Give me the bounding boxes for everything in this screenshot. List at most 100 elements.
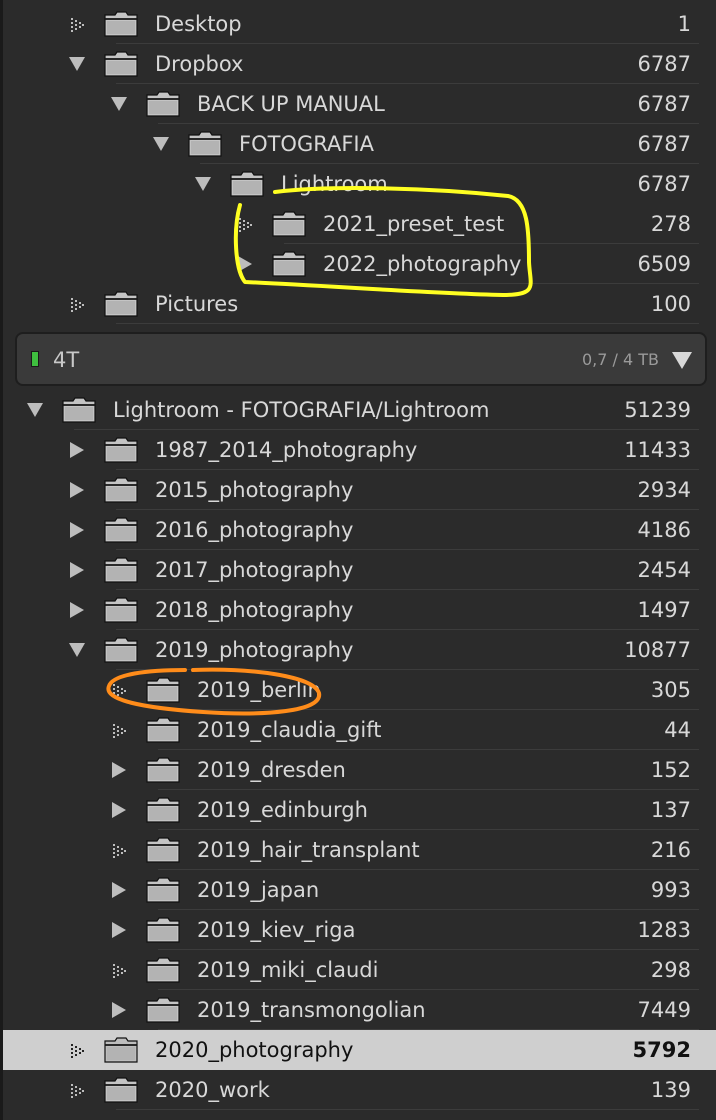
folder-row[interactable]: 2019_edinburgh 137	[3, 790, 716, 830]
disclosure-triangle-collapsed-icon[interactable]	[67, 440, 87, 460]
disclosure-triangle-expanded-icon[interactable]	[25, 400, 45, 420]
disclosure-triangle-expanded-icon[interactable]	[193, 174, 213, 194]
folder-name: FOTOGRAFIA	[239, 132, 374, 156]
folder-row[interactable]: 2021_preset_test 278	[3, 204, 716, 244]
folders-panel: Desktop 1 Dropbox 6787 BACK UP MANUAL 6787 FOT…	[0, 0, 716, 1120]
folder-name: 2020_work	[155, 1078, 270, 1102]
folder-row[interactable]: 2019_berlin 305	[3, 670, 716, 710]
volume-status-led	[31, 351, 39, 367]
folder-icon	[146, 91, 180, 117]
disclosure-triangle-collapsed-icon[interactable]	[67, 600, 87, 620]
folder-row[interactable]: 2017_photography 2454	[3, 550, 716, 590]
no-subfolders-icon	[235, 214, 255, 234]
triangle-down-icon[interactable]	[671, 350, 693, 374]
folder-name: 2018_photography	[155, 598, 354, 622]
folder-row[interactable]: 2019_claudia_gift 44	[3, 710, 716, 750]
folder-row[interactable]: 1987_2014_photography 11433	[3, 430, 716, 470]
folder-photo-count: 216	[650, 838, 691, 862]
disclosure-triangle-collapsed-icon[interactable]	[109, 760, 129, 780]
folder-name: Pictures	[155, 292, 239, 316]
folder-icon	[146, 997, 180, 1023]
no-subfolders-icon	[67, 294, 87, 314]
folder-name: 2017_photography	[155, 558, 354, 582]
folder-icon	[104, 437, 138, 463]
folder-photo-count: 6509	[637, 252, 691, 276]
folder-name: 2019_photography	[155, 638, 354, 662]
folder-photo-count: 10877	[624, 638, 691, 662]
folder-row[interactable]: Lightroom - FOTOGRAFIA/Lightroom 51239	[3, 390, 716, 430]
folder-row[interactable]: 2022_photography 6509	[3, 244, 716, 284]
disclosure-triangle-collapsed-icon[interactable]	[67, 520, 87, 540]
folder-row[interactable]: 2016_photography 4186	[3, 510, 716, 550]
folder-photo-count: 6787	[637, 52, 691, 76]
folder-row[interactable]: 2019_transmongolian 7449	[3, 990, 716, 1030]
folder-photo-count: 6787	[637, 92, 691, 116]
disclosure-triangle-expanded-icon[interactable]	[109, 94, 129, 114]
folder-row[interactable]: Lightroom 6787	[3, 164, 716, 204]
disclosure-triangle-collapsed-icon[interactable]	[67, 480, 87, 500]
no-subfolders-icon	[109, 680, 129, 700]
folder-row[interactable]: 2019_japan 993	[3, 870, 716, 910]
folder-icon	[104, 1077, 138, 1103]
folder-icon	[104, 51, 138, 77]
folder-row[interactable]: 2019_kiev_riga 1283	[3, 910, 716, 950]
disclosure-triangle-expanded-icon[interactable]	[151, 134, 171, 154]
no-subfolders-icon	[67, 1080, 87, 1100]
folder-row[interactable]: Dropbox 6787	[3, 44, 716, 84]
disclosure-triangle-expanded-icon[interactable]	[67, 640, 87, 660]
folder-icon	[104, 517, 138, 543]
folder-photo-count: 278	[650, 212, 691, 236]
folder-name: 2015_photography	[155, 478, 354, 502]
folder-icon	[146, 917, 180, 943]
folder-photo-count: 11433	[624, 438, 691, 462]
folder-icon	[104, 11, 138, 37]
disclosure-triangle-collapsed-icon[interactable]	[109, 1000, 129, 1020]
folder-icon	[104, 597, 138, 623]
folder-row[interactable]: BACK UP MANUAL 6787	[3, 84, 716, 124]
folder-name: 2019_miki_claudi	[197, 958, 379, 982]
folder-icon	[146, 757, 180, 783]
folder-name: 2021_preset_test	[323, 212, 505, 236]
folder-photo-count: 298	[650, 958, 691, 982]
disclosure-triangle-collapsed-icon[interactable]	[235, 254, 255, 274]
folder-photo-count: 2454	[637, 558, 691, 582]
folder-name: 2016_photography	[155, 518, 354, 542]
folder-photo-count: 993	[650, 878, 691, 902]
folder-photo-count: 1283	[637, 918, 691, 942]
folder-name: 2022_photography	[323, 252, 522, 276]
folder-row[interactable]: 2015_photography 2934	[3, 470, 716, 510]
folder-name: 2019_japan	[197, 878, 320, 902]
folder-row[interactable]: 2018_photography 1497	[3, 590, 716, 630]
folder-row[interactable]: 2019_dresden 152	[3, 750, 716, 790]
disclosure-triangle-collapsed-icon[interactable]	[109, 920, 129, 940]
folder-icon	[272, 211, 306, 237]
disclosure-triangle-collapsed-icon[interactable]	[109, 800, 129, 820]
folder-row[interactable]: 2019_photography 10877	[3, 630, 716, 670]
volume-space: 0,7 / 4 TB	[581, 350, 659, 369]
folder-photo-count: 152	[650, 758, 691, 782]
disclosure-triangle-collapsed-icon[interactable]	[109, 880, 129, 900]
folder-row[interactable]: 2019_miki_claudi 298	[3, 950, 716, 990]
folder-row[interactable]: 2019_hair_transplant 216	[3, 830, 716, 870]
no-subfolders-icon	[109, 840, 129, 860]
folder-row[interactable]: 2020_work 139	[3, 1070, 716, 1110]
folder-photo-count: 1	[677, 12, 691, 36]
volume-header-4t[interactable]: 4T 0,7 / 4 TB	[15, 332, 707, 386]
folder-photo-count: 6787	[637, 172, 691, 196]
folder-photo-count: 51239	[624, 398, 691, 422]
folder-name: 2019_hair_transplant	[197, 838, 420, 862]
folder-icon	[146, 877, 180, 903]
disclosure-triangle-collapsed-icon[interactable]	[67, 560, 87, 580]
no-subfolders-icon	[109, 960, 129, 980]
folder-name: 2019_claudia_gift	[197, 718, 382, 742]
no-subfolders-icon	[67, 1040, 87, 1060]
folder-name: 2019_berlin	[197, 678, 321, 702]
folder-row[interactable]: Pictures 100	[3, 284, 716, 324]
no-subfolders-icon	[109, 720, 129, 740]
folder-icon	[188, 131, 222, 157]
folder-row[interactable]: Desktop 1	[3, 4, 716, 44]
disclosure-triangle-expanded-icon[interactable]	[67, 54, 87, 74]
folder-row[interactable]: FOTOGRAFIA 6787	[3, 124, 716, 164]
folder-row[interactable]: 2020_photography 5792	[3, 1030, 716, 1070]
folder-name: Lightroom	[281, 172, 388, 196]
